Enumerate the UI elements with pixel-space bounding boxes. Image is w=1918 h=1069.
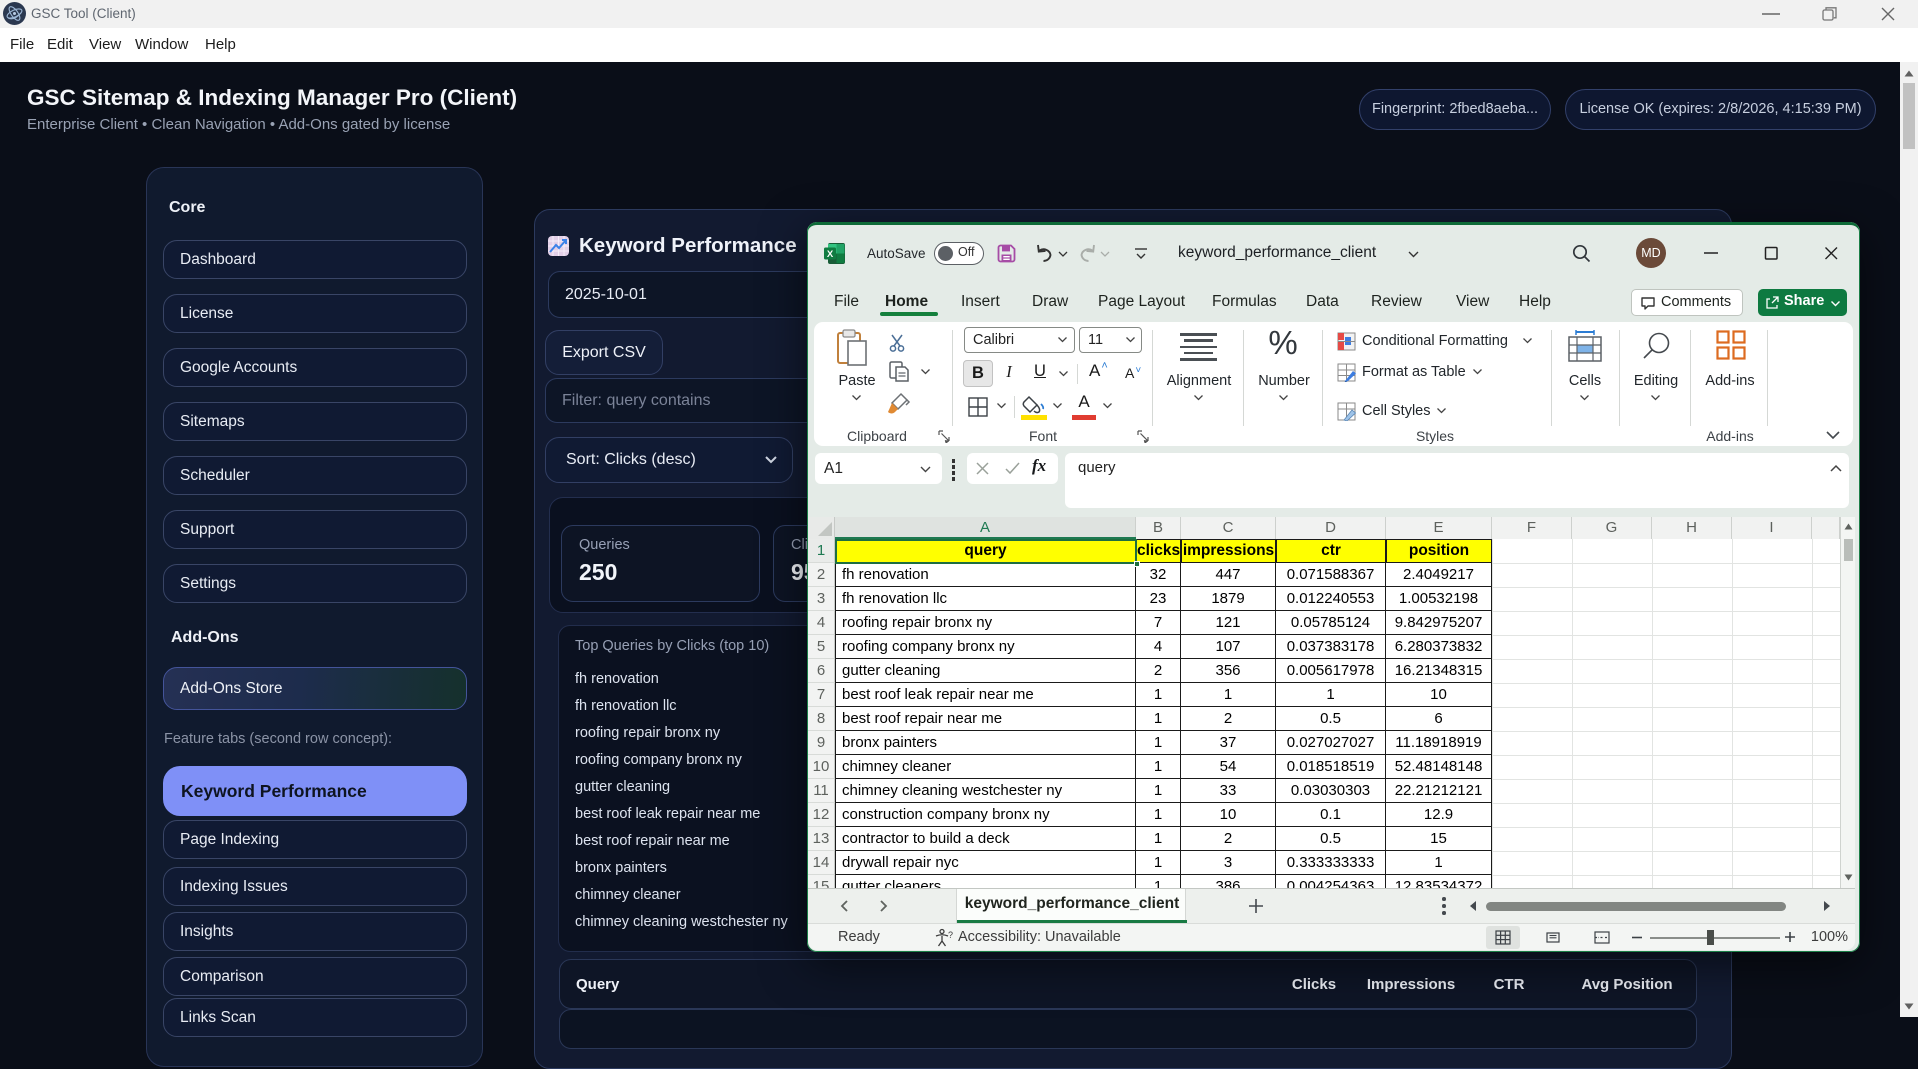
svg-text:?: ? [948,930,953,940]
svg-text:X: X [827,249,834,260]
